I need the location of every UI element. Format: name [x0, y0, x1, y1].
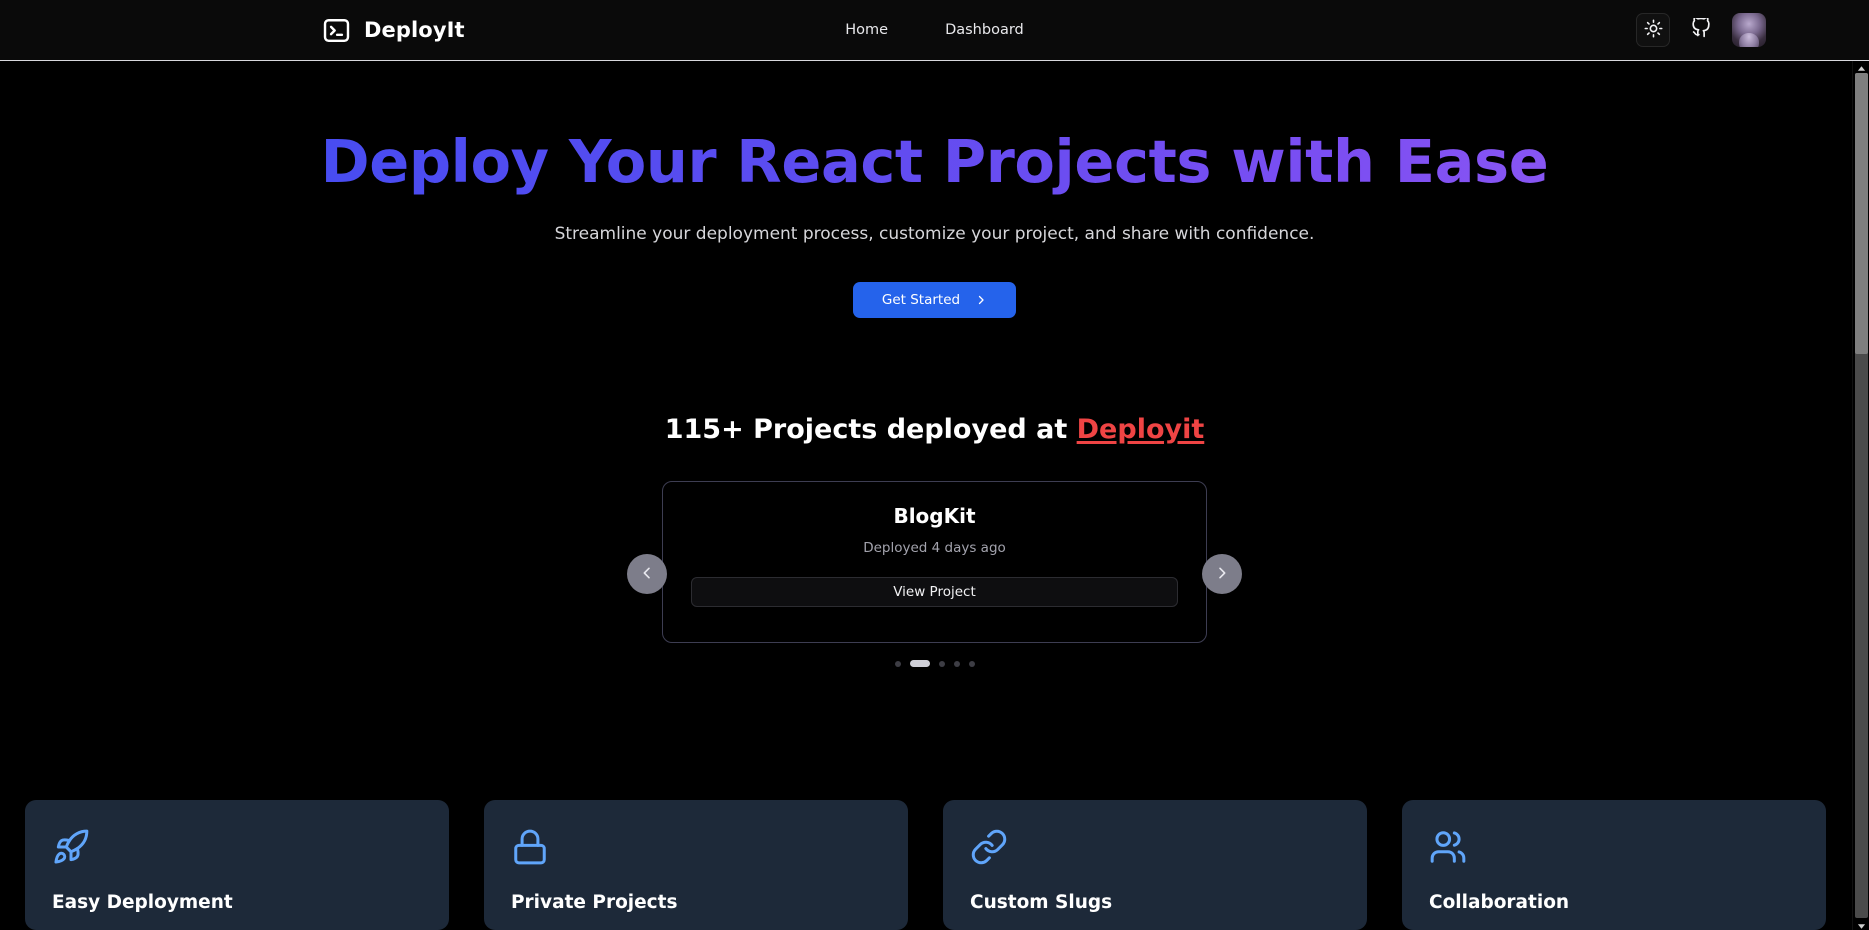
projects-section: 115+ Projects deployed at Deployit BlogK…	[0, 414, 1869, 667]
feature-title: Custom Slugs	[970, 892, 1113, 913]
feature-title: Easy Deployment	[52, 892, 233, 913]
nav-link-home[interactable]: Home	[845, 22, 888, 38]
features-section: Easy Deployment Private Projects Custom …	[25, 800, 1844, 930]
get-started-label: Get Started	[881, 292, 961, 308]
project-deployed-time: Deployed 4 days ago	[863, 540, 1006, 556]
link-icon	[970, 828, 1340, 870]
rocket-icon	[52, 828, 422, 870]
feature-title: Collaboration	[1429, 892, 1570, 913]
deployit-link[interactable]: Deployit	[1077, 414, 1205, 445]
feature-card-custom-slugs[interactable]: Custom Slugs	[943, 800, 1367, 930]
get-started-button[interactable]: Get Started	[853, 282, 1016, 318]
nav-link-dashboard[interactable]: Dashboard	[945, 22, 1024, 38]
carousel-dot[interactable]	[953, 660, 960, 667]
project-carousel: BlogKit Deployed 4 days ago View Project	[627, 481, 1242, 667]
project-card: BlogKit Deployed 4 days ago View Project	[662, 481, 1207, 643]
carousel-dot-active[interactable]	[909, 660, 930, 667]
feature-card-private-projects[interactable]: Private Projects	[484, 800, 908, 930]
user-avatar[interactable]	[1732, 13, 1766, 47]
chevron-left-icon	[639, 565, 655, 584]
carousel-dot[interactable]	[968, 660, 975, 667]
feature-title: Private Projects	[511, 892, 678, 913]
lock-icon	[511, 828, 881, 870]
projects-count-text: 115+ Projects deployed at	[664, 414, 1077, 445]
scroll-down-button[interactable]	[1853, 919, 1869, 930]
scroll-up-button[interactable]	[1853, 61, 1869, 72]
caret-down-icon	[1857, 915, 1866, 930]
carousel-dot[interactable]	[938, 660, 945, 667]
sun-icon	[1643, 18, 1663, 42]
carousel-indicators	[662, 660, 1207, 667]
github-link-button[interactable]	[1684, 13, 1718, 47]
scroll-thumb[interactable]	[1855, 73, 1868, 354]
page-title: Deploy Your React Projects with Ease	[0, 127, 1869, 196]
github-icon	[1691, 16, 1712, 43]
carousel-prev-button[interactable]	[627, 554, 667, 594]
carousel-dot[interactable]	[894, 660, 901, 667]
users-icon	[1429, 828, 1799, 870]
hero-section: Deploy Your React Projects with Ease Str…	[0, 61, 1869, 318]
view-project-button[interactable]: View Project	[691, 577, 1178, 607]
chevron-right-icon	[1214, 565, 1230, 584]
project-name: BlogKit	[893, 504, 976, 528]
top-navigation-bar: DeployIt Home Dashboard	[0, 0, 1869, 61]
theme-toggle-button[interactable]	[1636, 13, 1670, 47]
page-root: DeployIt Home Dashboard Deploy Your Reac…	[0, 0, 1869, 930]
projects-heading: 115+ Projects deployed at Deployit	[0, 414, 1869, 445]
chevron-right-icon	[975, 294, 987, 306]
hero-subtitle: Streamline your deployment process, cust…	[554, 224, 1315, 244]
main-nav: Home Dashboard	[0, 22, 1869, 38]
header-actions	[1636, 13, 1766, 47]
carousel-next-button[interactable]	[1202, 554, 1242, 594]
feature-card-collaboration[interactable]: Collaboration	[1402, 800, 1826, 930]
page-scrollbar[interactable]	[1852, 61, 1869, 930]
feature-card-easy-deployment[interactable]: Easy Deployment	[25, 800, 449, 930]
